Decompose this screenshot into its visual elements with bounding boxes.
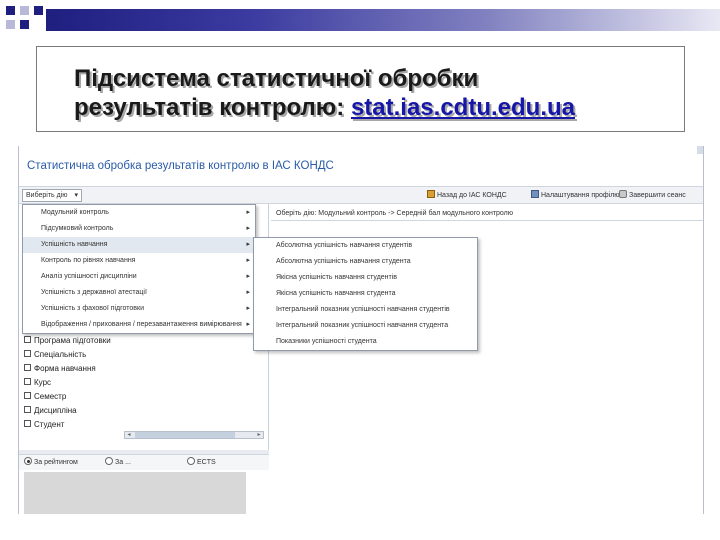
menu-item-performance[interactable]: Успішність навчання ▸ — [23, 237, 255, 253]
toolbar-back-label: Назад до ІАС КОНДС — [437, 192, 507, 199]
radio-button[interactable] — [24, 457, 32, 465]
filter-item[interactable]: Студент — [24, 418, 264, 432]
menu-item-display-toggle[interactable]: Відображення / приховання / перезавантаж… — [23, 317, 255, 333]
deco-square-2 — [20, 6, 29, 15]
lock-icon — [619, 190, 627, 198]
submenu-item[interactable]: Інтегральний показник успішності навчанн… — [254, 302, 477, 318]
toolbar: Виберіть дію ▾ Назад до ІАС КОНДС Налашт… — [19, 186, 703, 204]
radio-rating[interactable]: За рейтингом — [24, 457, 78, 466]
chevron-right-icon: ▸ — [246, 321, 250, 328]
select-action-label: Виберіть дію — [26, 192, 68, 199]
menu-item-discipline-analysis[interactable]: Аналіз успішності дисципліни ▸ — [23, 269, 255, 285]
toolbar-logout-button[interactable]: Завершити сеанс — [619, 190, 686, 199]
menu-item-level-control[interactable]: Контроль по рівнях навчання ▸ — [23, 253, 255, 269]
app-window: Статистична обробка результатів контролю… — [18, 146, 704, 514]
chevron-right-icon: ▸ — [246, 273, 250, 280]
filter-item[interactable]: Програма підготовки — [24, 334, 264, 348]
scroll-right-icon[interactable]: ▸ — [255, 432, 263, 438]
toolbar-back-button[interactable]: Назад до ІАС КОНДС — [427, 190, 507, 199]
filter-item[interactable]: Курс — [24, 376, 264, 390]
deco-square-4 — [20, 20, 29, 29]
checkbox[interactable] — [24, 392, 31, 399]
scroll-left-icon[interactable]: ◂ — [125, 432, 133, 438]
slide-title-line1: Підсистема статистичної обробки — [74, 65, 479, 92]
deco-square-5 — [34, 6, 43, 15]
slide-title-line2: результатів контролю: — [74, 94, 351, 121]
window-scrollbar[interactable] — [697, 146, 703, 154]
filter-item[interactable]: Спеціальність — [24, 348, 264, 362]
submenu-item[interactable]: Якісна успішність навчання студентів — [254, 270, 477, 286]
results-area — [24, 472, 246, 514]
deco-square-3 — [6, 20, 15, 29]
select-action-dropdown[interactable]: Виберіть дію ▾ — [22, 189, 82, 202]
filter-hscrollbar[interactable]: ◂ ▸ — [124, 431, 264, 439]
breadcrumb: Оберіть дію: Модульний контроль -> Серед… — [271, 208, 703, 221]
radio-button[interactable] — [105, 457, 113, 465]
header-band — [46, 9, 720, 31]
submenu-item[interactable]: Абсолютна успішність навчання студента — [254, 254, 477, 270]
chevron-right-icon: ▸ — [246, 305, 250, 312]
checkbox[interactable] — [24, 406, 31, 413]
menu-item-final-control[interactable]: Підсумковий контроль ▸ — [23, 221, 255, 237]
chevron-right-icon: ▸ — [246, 289, 250, 296]
chevron-right-icon: ▸ — [246, 225, 250, 232]
site-link[interactable]: stat.ias.cdtu.edu.ua — [351, 94, 575, 121]
radio-ects[interactable]: ECTS — [187, 457, 216, 466]
menu-item-professional-training[interactable]: Успішність з фахової підготовки ▸ — [23, 301, 255, 317]
submenu-item[interactable]: Інтегральний показник успішності навчанн… — [254, 318, 477, 334]
radio-other[interactable]: За ... — [105, 457, 131, 466]
filter-item[interactable]: Семестр — [24, 390, 264, 404]
checkbox[interactable] — [24, 364, 31, 371]
action-menu: Модульний контроль ▸ Підсумковий контроль… — [22, 204, 256, 334]
menu-item-module-control[interactable]: Модульний контроль ▸ — [23, 205, 255, 221]
scroll-thumb[interactable] — [135, 432, 235, 438]
submenu-item[interactable]: Якісна успішність навчання студента — [254, 286, 477, 302]
filter-item[interactable]: Дисципліна — [24, 404, 264, 418]
checkbox[interactable] — [24, 420, 31, 427]
filter-checklist: Програма підготовки Спеціальність Форма … — [24, 334, 264, 432]
toolbar-logout-label: Завершити сеанс — [629, 192, 686, 199]
home-icon — [427, 190, 435, 198]
slide-title: Підсистема статистичної обробки результа… — [74, 64, 674, 122]
submenu-item[interactable]: Показники успішності студента — [254, 334, 477, 350]
radio-button[interactable] — [187, 457, 195, 465]
submenu-item[interactable]: Абсолютна успішність навчання студентів — [254, 238, 477, 254]
menu-item-state-attestation[interactable]: Успішність з державної атестації ▸ — [23, 285, 255, 301]
chevron-down-icon: ▾ — [74, 192, 78, 199]
settings-icon — [531, 190, 539, 198]
app-title: Статистична обробка результатів контролю… — [27, 160, 334, 172]
toolbar-profile-label: Налаштування профілю — [541, 192, 620, 199]
chevron-right-icon: ▸ — [246, 257, 250, 264]
checkbox[interactable] — [24, 350, 31, 357]
mode-radio-bar: За рейтингом За ... ECTS — [19, 454, 269, 470]
performance-submenu: Абсолютна успішність навчання студентів … — [253, 237, 478, 351]
deco-square-1 — [6, 6, 15, 15]
filter-item[interactable]: Форма навчання — [24, 362, 264, 376]
toolbar-profile-button[interactable]: Налаштування профілю — [531, 190, 620, 199]
chevron-right-icon: ▸ — [246, 209, 250, 216]
chevron-right-icon: ▸ — [246, 241, 250, 248]
checkbox[interactable] — [24, 378, 31, 385]
checkbox[interactable] — [24, 336, 31, 343]
